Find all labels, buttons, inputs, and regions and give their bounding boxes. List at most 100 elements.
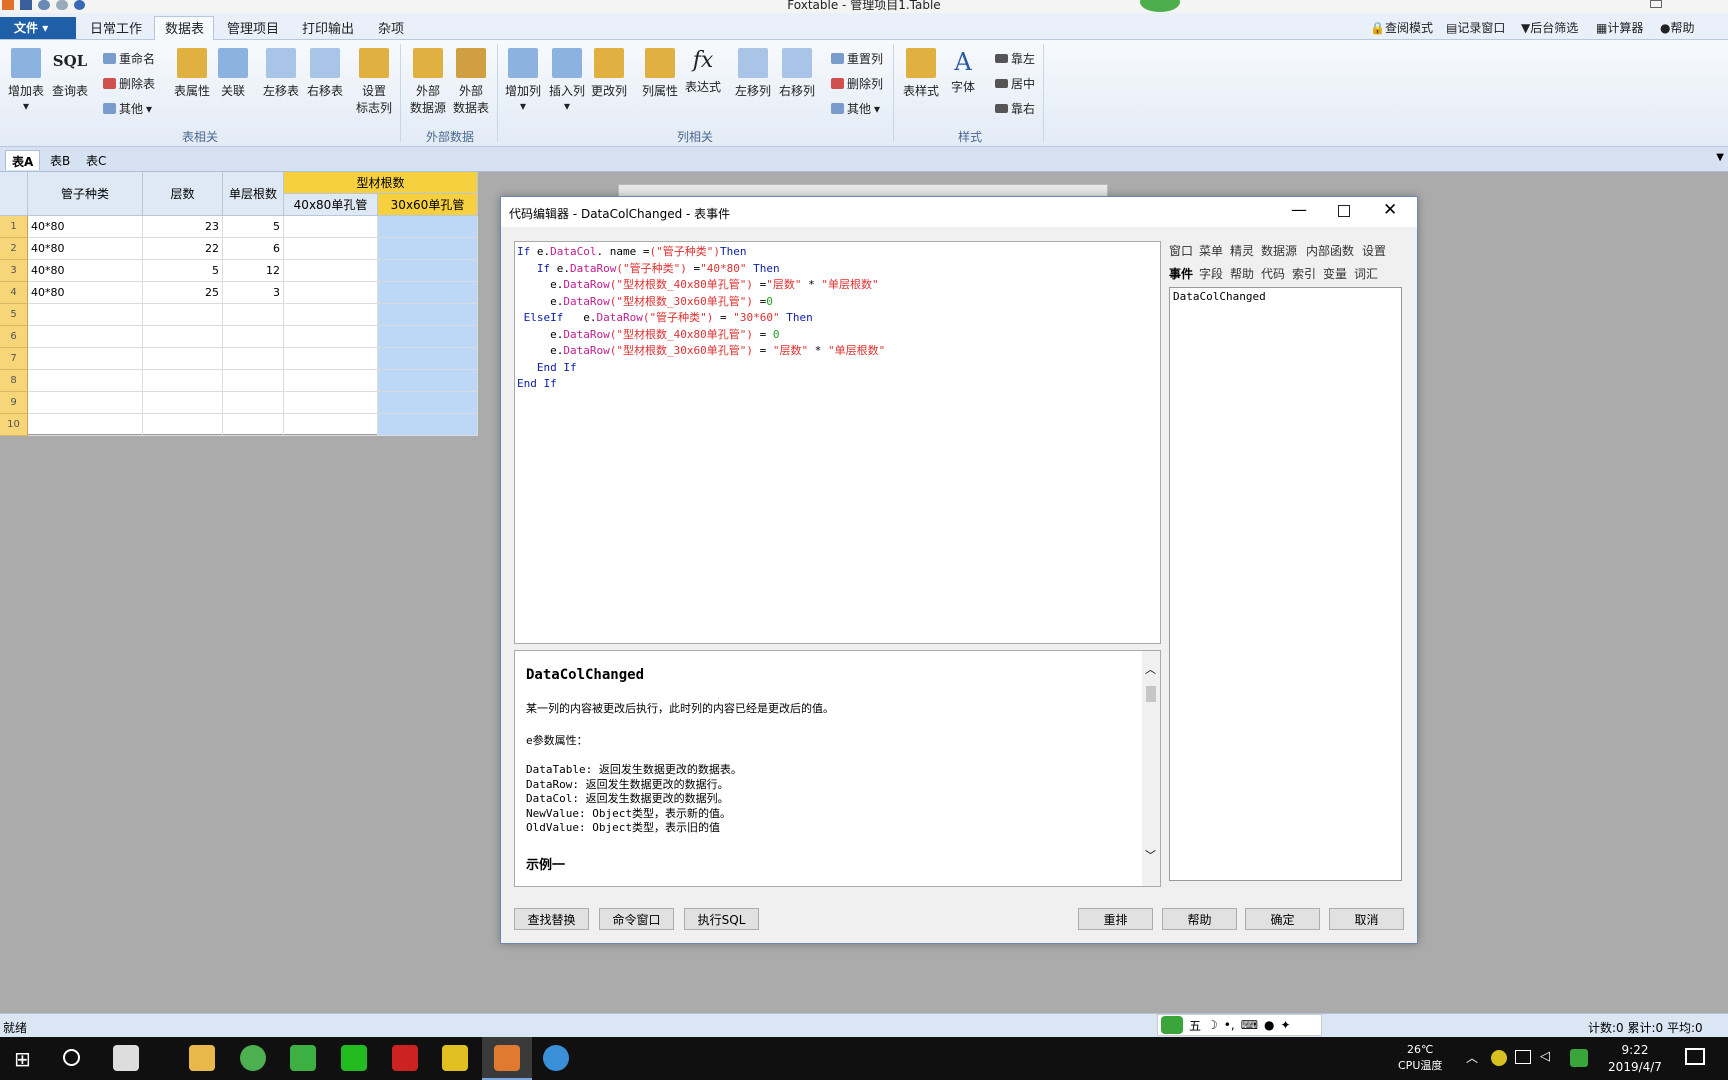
row-header[interactable]: 5 <box>0 304 28 326</box>
grid-cell[interactable] <box>284 238 378 260</box>
sheet-tab-a[interactable]: 表A <box>5 150 41 170</box>
column-header[interactable]: 40x80单孔管 <box>284 194 378 216</box>
tab-index[interactable]: 索引 <box>1292 265 1316 282</box>
grid-cell[interactable] <box>284 304 378 326</box>
row-header[interactable]: 7 <box>0 348 28 370</box>
add-table-button[interactable]: 增加表 ▾ <box>3 48 49 113</box>
align-right-button[interactable]: 靠右 <box>995 100 1035 117</box>
grid-cell[interactable] <box>143 370 223 392</box>
autocad-icon[interactable] <box>392 1045 418 1071</box>
grid-cell[interactable] <box>378 216 478 238</box>
grid-cell[interactable] <box>378 370 478 392</box>
help-scrollbar[interactable]: ︿ ﹀ <box>1142 651 1160 886</box>
redo-icon[interactable] <box>56 0 68 10</box>
grid-cell[interactable] <box>284 370 378 392</box>
tab-print-output[interactable]: 打印输出 <box>302 18 354 37</box>
command-window-button[interactable]: 命令窗口 <box>599 908 674 930</box>
font-button[interactable]: A 字体 <box>940 48 986 95</box>
grid-cell[interactable] <box>378 282 478 304</box>
code-editor[interactable]: If e.DataCol. name =("管子种类")Then If e.Da… <box>514 241 1161 644</box>
notification-icon[interactable] <box>1685 1048 1705 1065</box>
grid-cell[interactable]: 3 <box>223 282 284 304</box>
column-other-button[interactable]: 其他 ▾ <box>831 100 880 117</box>
browser-360-icon[interactable] <box>240 1045 266 1071</box>
chevron-up-icon[interactable]: ︿ <box>1466 1049 1478 1066</box>
sheet-tab-b[interactable]: 表B <box>44 150 76 170</box>
undo-icon[interactable] <box>38 0 50 10</box>
align-center-button[interactable]: 居中 <box>995 75 1035 92</box>
table-style-button[interactable]: 表样式 <box>898 48 944 99</box>
sheet-tab-c[interactable]: 表C <box>80 150 112 170</box>
tab-manage-project[interactable]: 管理项目 <box>227 18 279 37</box>
grid-cell[interactable] <box>378 326 478 348</box>
delete-column-button[interactable]: 删除列 <box>831 75 883 92</box>
grid-cell[interactable]: 40*80 <box>28 260 143 282</box>
tab-builtin-functions[interactable]: 内部函数 <box>1306 242 1354 259</box>
grid-cell[interactable] <box>28 414 143 436</box>
minimize-icon[interactable]: — <box>1291 200 1307 219</box>
maximize-icon[interactable] <box>1338 205 1350 217</box>
grid-cell[interactable] <box>284 348 378 370</box>
scroll-up-icon[interactable]: ︿ <box>1145 661 1156 677</box>
tab-code[interactable]: 代码 <box>1261 265 1285 282</box>
grid-cell[interactable] <box>284 282 378 304</box>
add-column-button[interactable]: 增加列 ▾ <box>500 48 546 113</box>
grid-cell[interactable] <box>378 392 478 414</box>
row-header[interactable]: 1 <box>0 216 28 238</box>
grid-cell[interactable] <box>28 304 143 326</box>
tab-window[interactable]: 窗口 <box>1169 242 1193 259</box>
find-replace-button[interactable]: 查找替换 <box>514 908 589 930</box>
column-header[interactable]: 层数 <box>143 172 223 216</box>
grid-cell[interactable] <box>28 326 143 348</box>
grid-cell[interactable]: 40*80 <box>28 216 143 238</box>
foxtable-taskbar-item[interactable] <box>482 1037 532 1080</box>
tab-wizard[interactable]: 精灵 <box>1230 242 1254 259</box>
tab-variables[interactable]: 变量 <box>1323 265 1347 282</box>
table-other-button[interactable]: 其他 ▾ <box>103 100 152 117</box>
column-header[interactable]: 管子种类 <box>28 172 143 216</box>
external-datasource-button[interactable]: 外部 数据源 <box>405 48 451 116</box>
tab-settings[interactable]: 设置 <box>1362 242 1386 259</box>
tab-fields[interactable]: 字段 <box>1199 265 1223 282</box>
table-properties-button[interactable]: 表属性 <box>169 48 215 99</box>
network-icon[interactable] <box>1515 1050 1531 1064</box>
grid-cell[interactable]: 40*80 <box>28 282 143 304</box>
grid-cell[interactable]: 6 <box>223 238 284 260</box>
search-icon[interactable] <box>63 1049 80 1066</box>
execute-sql-button[interactable]: 执行SQL <box>684 908 759 930</box>
tab-menu[interactable]: 菜单 <box>1199 242 1223 259</box>
rename-table-button[interactable]: 重命名 <box>103 50 155 67</box>
grid-cell[interactable]: 5 <box>223 216 284 238</box>
set-flag-column-button[interactable]: 设置 标志列 <box>351 48 397 116</box>
help-button[interactable]: 帮助 <box>1162 908 1237 930</box>
clock[interactable]: 9:22 2019/4/7 <box>1600 1042 1670 1076</box>
grid-cell[interactable] <box>284 392 378 414</box>
row-header[interactable]: 9 <box>0 392 28 414</box>
tab-help[interactable]: 帮助 <box>1230 265 1254 282</box>
scroll-down-icon[interactable]: ﹀ <box>1145 847 1156 863</box>
grid-cell[interactable] <box>143 348 223 370</box>
grid-cell[interactable] <box>28 370 143 392</box>
help-circle-icon[interactable] <box>74 0 85 10</box>
reset-column-button[interactable]: 重置列 <box>831 50 883 67</box>
grid-cell[interactable] <box>378 238 478 260</box>
column-properties-button[interactable]: 列属性 <box>637 48 683 99</box>
globe-app-icon[interactable] <box>543 1045 569 1071</box>
tray-app-icon[interactable] <box>1491 1050 1507 1066</box>
grid-cell[interactable] <box>284 326 378 348</box>
grid-cell[interactable] <box>223 392 284 414</box>
grid-cell[interactable] <box>143 304 223 326</box>
file-explorer-icon[interactable] <box>189 1045 215 1071</box>
move-table-right-button[interactable]: 右移表 <box>302 48 348 99</box>
relation-button[interactable]: 关联 <box>210 48 256 99</box>
grid-cell[interactable] <box>284 216 378 238</box>
grid-cell[interactable]: 40*80 <box>28 238 143 260</box>
grid-cell[interactable] <box>223 348 284 370</box>
tab-misc[interactable]: 杂项 <box>378 18 404 37</box>
ime-toolbar[interactable]: 五 ☽ •, ⌨ ● ✦ <box>1157 1014 1322 1036</box>
sogou-tray-icon[interactable] <box>1570 1049 1588 1067</box>
grid-cell[interactable] <box>378 414 478 436</box>
row-header[interactable]: 6 <box>0 326 28 348</box>
calculator-link[interactable]: ▦计算器 <box>1596 19 1643 36</box>
ok-button[interactable]: 确定 <box>1245 908 1320 930</box>
